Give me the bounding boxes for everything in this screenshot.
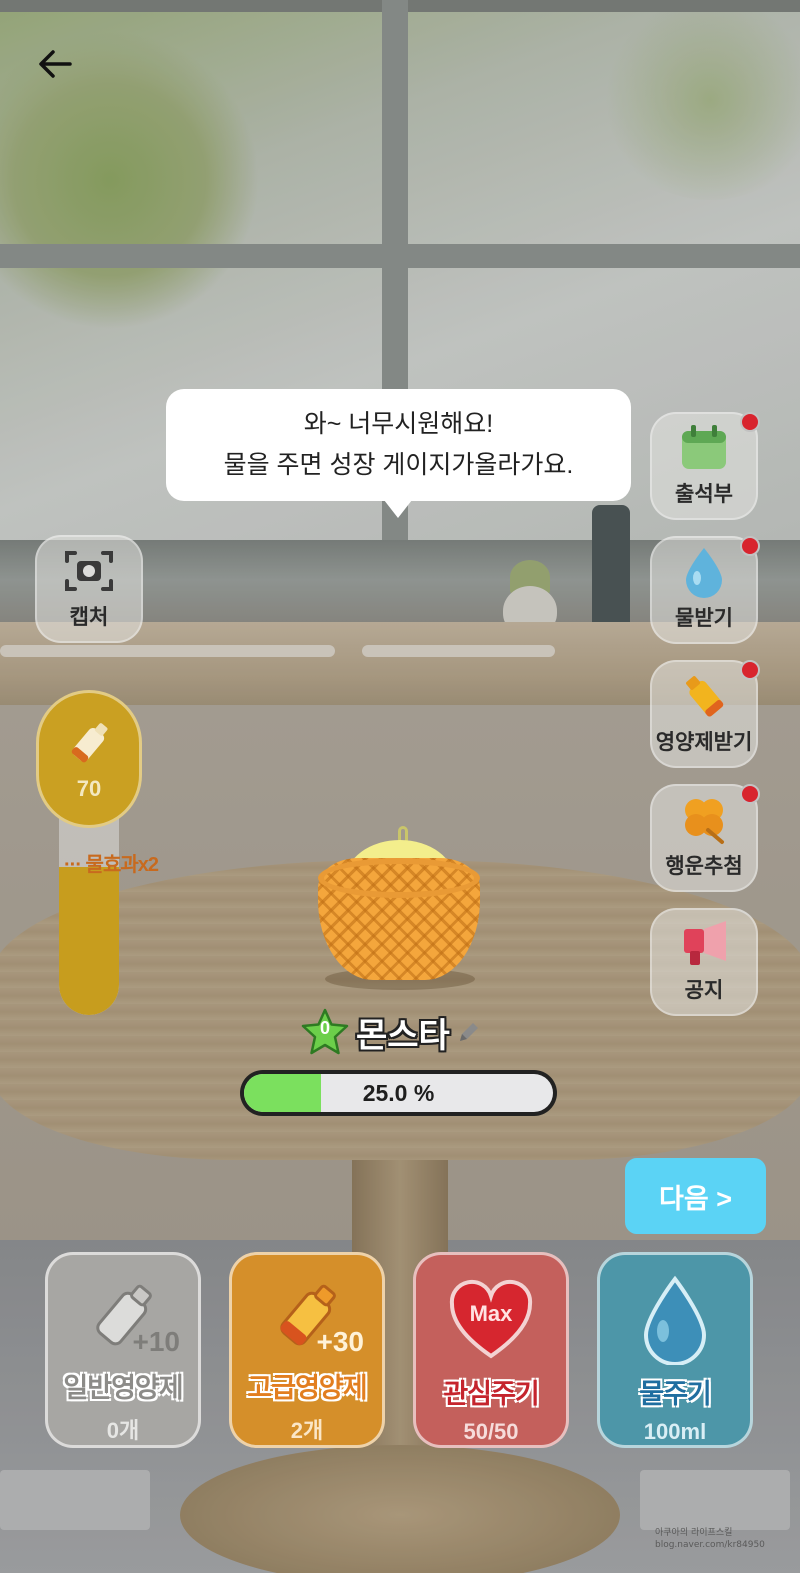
watermark-line-2: blog.naver.com/kr84950: [655, 1540, 765, 1550]
water-drop-icon: [676, 546, 732, 598]
watermark-line-1: 아쿠아의 라이프스킬: [655, 1528, 733, 1538]
pencil-icon[interactable]: [456, 1019, 482, 1045]
nutrient-bottle-icon: [676, 670, 732, 722]
capture-label: 캡처: [69, 606, 109, 629]
water-bonus-marker: ··· 물효과x2: [64, 854, 159, 876]
watermark: 아쿠아의 라이프스킬 blog.naver.com/kr84950: [655, 1527, 765, 1551]
next-button[interactable]: 다음 >: [625, 1158, 766, 1234]
basket-rim: [318, 858, 480, 898]
lucky-draw-button[interactable]: 행운추첨: [650, 784, 760, 892]
clover-icon: [676, 794, 732, 846]
plus-amount: +30: [316, 1326, 365, 1357]
gauge-track: [59, 810, 119, 1015]
notification-dot: [740, 536, 760, 556]
get-water-label: 물받기: [675, 607, 733, 630]
card-title: 고급영양제: [247, 1373, 367, 1403]
notification-dot: [740, 412, 760, 432]
get-water-button[interactable]: 물받기: [650, 536, 760, 644]
bottle-icon: +10: [68, 1271, 181, 1362]
get-nutrient-label: 영양제받기: [655, 731, 753, 754]
megaphone-icon: [676, 918, 732, 970]
card-count: 2개: [290, 1418, 324, 1443]
water-bonus-label: 물효과x2: [85, 854, 159, 876]
card-title: 관심주기: [443, 1379, 539, 1409]
gauge-value: 70: [76, 776, 102, 801]
pet-name: 몬스타: [356, 1016, 450, 1055]
normal-nutrient-button[interactable]: +10 일반영양제 0개: [45, 1252, 201, 1448]
notification-dot: [740, 784, 760, 804]
arrow-left-icon: [39, 50, 72, 78]
notification-dot: [740, 660, 760, 680]
progress-track: 25.0 %: [244, 1074, 553, 1112]
speech-bubble-tail: [384, 500, 412, 518]
water-drop-icon: [620, 1271, 730, 1368]
pet-name-row: 0 몬스타: [300, 1008, 482, 1056]
level-star-icon: 0: [300, 1008, 350, 1056]
attendance-button[interactable]: 출석부: [650, 412, 760, 520]
card-count: 100ml: [643, 1419, 707, 1444]
card-count: 0개: [106, 1418, 140, 1443]
notice-label: 공지: [684, 979, 724, 1002]
gauge-fill: [59, 867, 119, 1015]
camera-icon: [61, 545, 117, 597]
attendance-label: 출석부: [675, 483, 733, 506]
card-count: 50/50: [463, 1419, 519, 1444]
growth-progress-bar: 25.0 %: [240, 1070, 557, 1116]
pet-level: 0: [319, 1018, 330, 1038]
plus-amount: +10: [132, 1326, 181, 1357]
heart-icon: Max: [436, 1271, 546, 1368]
notice-button[interactable]: 공지: [650, 908, 758, 1016]
back-button[interactable]: [30, 40, 80, 88]
give-attention-button[interactable]: Max 관심주기 50/50: [413, 1252, 569, 1448]
card-title: 일반영양제: [63, 1373, 183, 1403]
calendar-icon: [676, 422, 732, 474]
premium-bottle-icon: +30: [252, 1271, 365, 1362]
bubble-line-1: 와~ 너무시원해요!: [303, 410, 494, 438]
card-title: 물주기: [639, 1379, 712, 1409]
get-nutrient-button[interactable]: 영양제받기: [650, 660, 760, 768]
capture-button[interactable]: 캡처: [35, 535, 143, 643]
lucky-draw-label: 행운추첨: [665, 855, 743, 878]
bubble-line-2: 물을 주면 성장 게이지가올라가요.: [223, 451, 574, 479]
give-water-button[interactable]: 물주기 100ml: [597, 1252, 753, 1448]
premium-nutrient-button[interactable]: +30 고급영양제 2개: [229, 1252, 385, 1448]
gauge-head: 70: [36, 690, 142, 828]
max-badge: Max: [469, 1301, 513, 1326]
speech-bubble: 와~ 너무시원해요! 물을 주면 성장 게이지가올라가요.: [166, 389, 631, 501]
progress-text: 25.0 %: [362, 1079, 435, 1106]
nutrient-bottle-icon: [71, 723, 108, 763]
